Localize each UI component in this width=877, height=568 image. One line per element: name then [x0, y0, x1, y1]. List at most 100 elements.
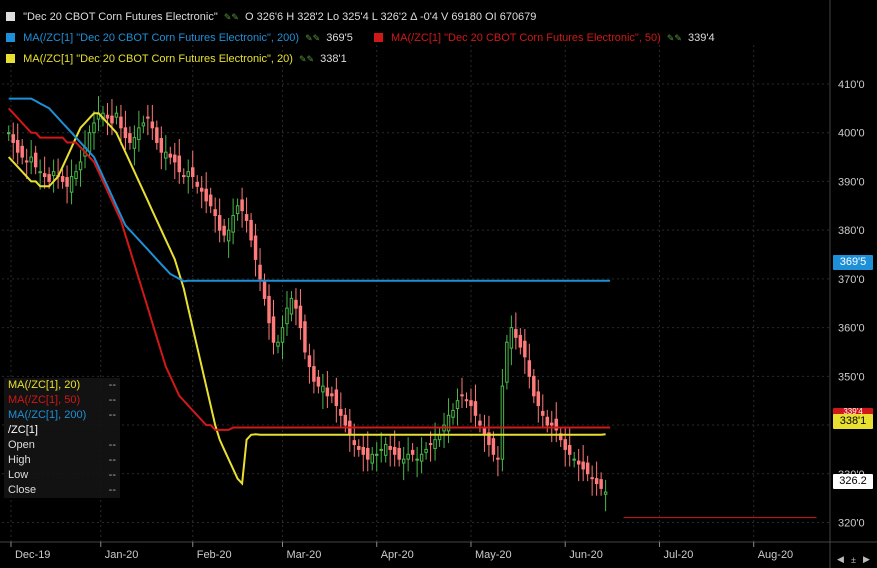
- header-row-2: MA(/ZC[1] "Dec 20 CBOT Corn Futures Elec…: [6, 31, 733, 45]
- candle-body: [303, 321, 307, 353]
- edit-pencil-icon[interactable]: ✎✎: [305, 33, 320, 43]
- candle-body: [536, 391, 541, 407]
- candle-body: [6, 132, 11, 135]
- data-box-row: High --: [4, 453, 120, 468]
- edit-pencil-icon[interactable]: ✎✎: [667, 33, 682, 43]
- candle-body: [563, 439, 567, 450]
- candle-body: [60, 176, 65, 182]
- y-tick-label: 320'0: [838, 518, 865, 530]
- candle-body: [123, 127, 128, 139]
- data-box-row: MA(/ZC[1], 50) --: [4, 393, 120, 408]
- candle-body: [195, 181, 199, 187]
- y-tick-label: 410'0: [838, 79, 865, 91]
- candle-body: [523, 340, 527, 358]
- candle-body: [159, 138, 164, 153]
- candle-body: [267, 295, 271, 324]
- candle-body: [478, 420, 482, 426]
- candle-body: [105, 114, 110, 119]
- candle-body: [374, 453, 379, 456]
- candle-body: [428, 443, 433, 446]
- last-price-tag: 326.2: [833, 474, 873, 489]
- edit-pencil-icon[interactable]: ✎✎: [299, 54, 314, 64]
- x-tick-label: Apr-20: [381, 549, 414, 561]
- candle-body: [357, 445, 361, 450]
- data-box-label: Close: [8, 484, 37, 496]
- candle-body: [491, 438, 496, 455]
- data-box-row: Open --: [4, 438, 120, 453]
- candle-body: [69, 176, 74, 193]
- candle-body: [514, 329, 518, 338]
- candle-body: [419, 453, 424, 462]
- price-chart[interactable]: 320'0330'0340'0350'0360'0370'0380'0390'0…: [0, 0, 877, 568]
- symbol-swatch: [6, 12, 15, 21]
- candle-body: [20, 145, 24, 158]
- candle-body: [47, 174, 51, 182]
- ma200-label: MA(/ZC[1] "Dec 20 CBOT Corn Futures Elec…: [23, 32, 300, 44]
- y-tick-label: 380'0: [838, 225, 865, 237]
- candle-body: [455, 400, 460, 409]
- candle-body: [397, 447, 401, 460]
- candle-body: [190, 167, 195, 178]
- candle-body: [312, 366, 316, 382]
- candle-body: [460, 394, 464, 397]
- candle-body: [24, 160, 29, 163]
- candle-body: [473, 401, 478, 416]
- x-tick-label: Feb-20: [197, 549, 232, 561]
- candle-body: [294, 299, 298, 309]
- candle-body: [603, 491, 608, 495]
- candle-body: [182, 175, 186, 178]
- candle-body: [164, 151, 168, 159]
- data-box-label: Low: [8, 469, 29, 481]
- candle-body: [217, 215, 222, 231]
- candle-body: [226, 229, 231, 242]
- scroll-right-icon[interactable]: ▶: [863, 554, 870, 565]
- data-box-value: --: [108, 379, 116, 391]
- candle-body: [527, 360, 532, 377]
- candle-body: [518, 334, 523, 348]
- data-box-label: MA(/ZC[1], 50): [8, 394, 81, 406]
- ma200-value: 369'5: [326, 32, 353, 44]
- scroll-left-icon[interactable]: ◀: [837, 554, 844, 565]
- candle-body: [550, 422, 554, 426]
- candle-body: [253, 235, 258, 260]
- candle-body: [289, 297, 294, 315]
- candle-body: [231, 215, 235, 233]
- y-tick-label: 390'0: [838, 176, 865, 188]
- candle-body: [276, 341, 280, 347]
- candle-body: [545, 416, 550, 426]
- edit-pencil-icon[interactable]: ✎✎: [224, 12, 239, 22]
- candle-body: [576, 460, 581, 465]
- data-box: MA(/ZC[1], 20) -- MA(/ZC[1], 50) -- MA(/ZC[1…: [4, 378, 120, 498]
- candle-body: [339, 408, 343, 416]
- candle-body: [334, 389, 339, 407]
- candle-body: [213, 209, 217, 217]
- candle-body: [410, 449, 415, 455]
- candle-body: [352, 440, 357, 446]
- candle-body: [379, 448, 383, 451]
- ma20-value: 338'1: [320, 53, 347, 65]
- candle-body: [446, 414, 451, 432]
- x-tick-label: Mar-20: [286, 549, 321, 561]
- candle-body: [285, 307, 289, 325]
- candle-body: [424, 448, 428, 453]
- data-box-value: --: [108, 409, 116, 421]
- candle-body: [496, 457, 500, 460]
- candle-body: [110, 115, 114, 124]
- candle-body: [258, 264, 262, 280]
- data-box-label: /ZC[1]: [8, 424, 38, 436]
- candle-body: [186, 171, 190, 178]
- candle-body: [406, 453, 410, 460]
- candle-body: [280, 327, 285, 343]
- data-box-label: Open: [8, 439, 35, 451]
- candle-body: [307, 355, 312, 368]
- candle-body: [51, 171, 56, 177]
- zoom-icon[interactable]: ±: [851, 555, 856, 565]
- candle-body: [15, 140, 20, 153]
- candle-body: [361, 446, 366, 455]
- candle-body: [392, 446, 397, 455]
- candle-body: [132, 137, 137, 149]
- ma200-price-tag: 369'5: [833, 255, 873, 270]
- y-tick-label: 370'0: [838, 274, 865, 286]
- data-box-value: --: [108, 469, 116, 481]
- candle-body: [240, 199, 244, 212]
